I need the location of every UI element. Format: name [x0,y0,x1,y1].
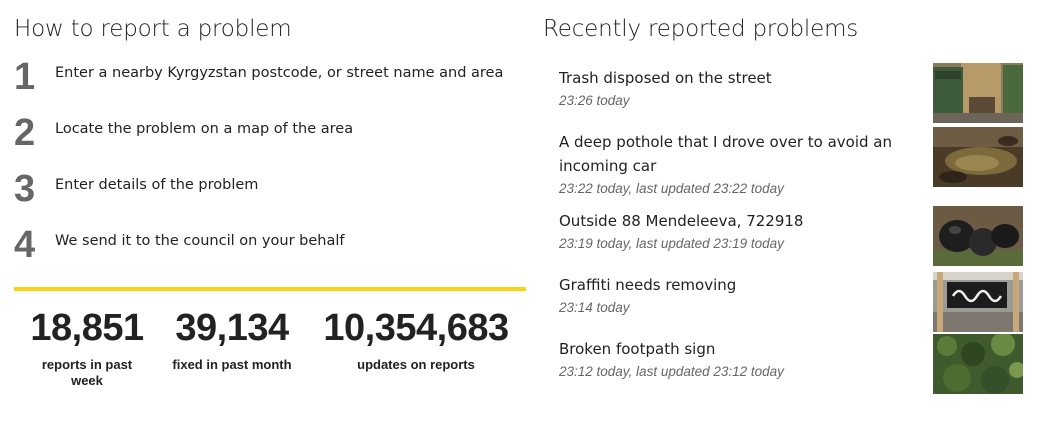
step-text: Locate the problem on a map of the area [55,121,354,137]
report-item[interactable]: Trash disposed on the street 23:26 today [559,66,929,110]
recent-problems-heading: Recently reported problems [543,16,859,42]
report-item[interactable]: Graffiti needs removing 23:14 today [559,273,929,317]
report-timestamp: 23:12 today, last updated 23:12 today [559,364,784,379]
step-1: 1 Enter a nearby Kyrgyzstan postcode, or… [14,57,514,101]
pothole-photo[interactable] [933,127,1023,187]
report-item[interactable]: A deep pothole that I drove over to avoi… [559,130,929,198]
report-timestamp: 23:26 today [559,93,630,108]
graffiti-photo[interactable] [933,272,1023,332]
stat-label: reports in past week [41,357,133,388]
step-text: We send it to the council on your behalf [55,233,345,249]
stats-divider [14,287,526,291]
how-to-report-heading: How to report a problem [14,16,292,42]
stat-updates: 10,354,683 updates on reports [316,308,516,373]
stat-label: updates on reports [357,357,475,372]
report-timestamp: 23:22 today, last updated 23:22 today [559,181,784,196]
trash-bins-photo[interactable] [933,63,1023,123]
report-title-link[interactable]: Broken footpath sign [559,337,929,361]
step-number: 2 [14,112,36,154]
stat-value: 10,354,683 [323,307,509,349]
step-number: 4 [14,224,36,266]
bin-bags-photo[interactable] [933,206,1023,266]
report-item[interactable]: Broken footpath sign 23:12 today, last u… [559,337,929,381]
report-title-link[interactable]: A deep pothole that I drove over to avoi… [559,130,929,178]
step-3: 3 Enter details of the problem [14,169,514,213]
step-2: 2 Locate the problem on a map of the are… [14,113,514,157]
step-number: 3 [14,168,36,210]
report-title-link[interactable]: Trash disposed on the street [559,66,929,90]
report-timestamp: 23:19 today, last updated 23:19 today [559,236,784,251]
report-item[interactable]: Outside 88 Mendeleeva, 722918 23:19 toda… [559,209,929,253]
step-4: 4 We send it to the council on your beha… [14,225,514,269]
footpath-sign-photo[interactable] [933,334,1023,394]
report-title-link[interactable]: Graffiti needs removing [559,273,929,297]
step-text: Enter a nearby Kyrgyzstan postcode, or s… [55,65,504,81]
report-title-link[interactable]: Outside 88 Mendeleeva, 722918 [559,209,929,233]
report-timestamp: 23:14 today [559,300,630,315]
stat-label: fixed in past month [172,357,292,372]
step-number: 1 [14,56,36,98]
stat-fixed-month: 39,134 fixed in past month [162,308,302,373]
step-text: Enter details of the problem [55,177,259,193]
stat-value: 39,134 [175,307,289,349]
stat-reports-week: 18,851 reports in past week [22,308,152,389]
stat-value: 18,851 [30,307,144,349]
